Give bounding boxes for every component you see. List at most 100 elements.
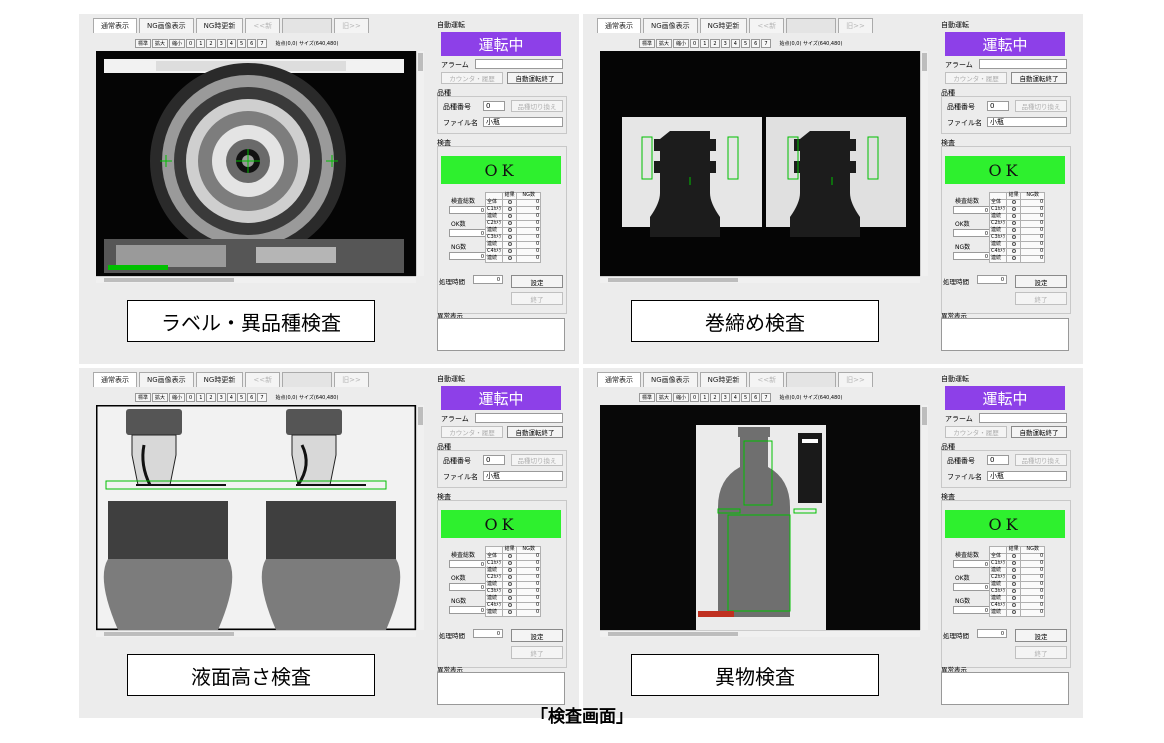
tab-ng-update[interactable]: NG時更新: [699, 18, 748, 33]
zoom-out-button[interactable]: 縮小: [169, 38, 186, 48]
channel-button[interactable]: 1: [196, 392, 206, 402]
older-button[interactable]: 旧>>: [334, 372, 369, 387]
auto-run-end-button[interactable]: 自動運転終了: [1011, 72, 1067, 84]
tab-ng-update[interactable]: NG時更新: [195, 372, 244, 387]
camera-image[interactable]: [96, 405, 416, 630]
product-switch-button[interactable]: 品種切り換え: [1015, 454, 1067, 466]
vertical-scrollbar[interactable]: [416, 51, 424, 276]
tab-ng-image-view[interactable]: NG画像表示: [643, 18, 698, 33]
zoom-standard-button[interactable]: 標準: [135, 392, 152, 402]
newer-button[interactable]: <<新: [245, 372, 281, 387]
channel-button[interactable]: 3: [720, 392, 730, 402]
channel-button[interactable]: 0: [690, 392, 700, 402]
channel-button[interactable]: 5: [740, 392, 751, 402]
zoom-out-button[interactable]: 縮小: [169, 392, 186, 402]
channel-button[interactable]: 1: [196, 38, 206, 48]
channel-button[interactable]: 2: [710, 392, 720, 402]
channel-button[interactable]: 4: [730, 392, 740, 402]
zoom-standard-button[interactable]: 標準: [639, 392, 656, 402]
channel-button[interactable]: 3: [216, 392, 226, 402]
product-switch-button[interactable]: 品種切り換え: [511, 100, 563, 112]
counter-history-button[interactable]: カウンタ・履歴: [441, 426, 503, 438]
counter-history-button[interactable]: カウンタ・履歴: [441, 72, 503, 84]
channel-button[interactable]: 3: [216, 38, 226, 48]
counter-history-button[interactable]: カウンタ・履歴: [945, 426, 1007, 438]
channel-button[interactable]: 2: [206, 392, 216, 402]
newer-button[interactable]: <<新: [749, 372, 785, 387]
file-name-field[interactable]: 小瓶: [483, 471, 563, 481]
channel-button[interactable]: 4: [226, 392, 236, 402]
product-no-field[interactable]: 0: [483, 455, 505, 465]
horizontal-scrollbar[interactable]: [96, 630, 416, 637]
end-button[interactable]: 終了: [1015, 292, 1067, 305]
vertical-scrollbar[interactable]: [920, 51, 928, 276]
file-name-field[interactable]: 小瓶: [483, 117, 563, 127]
product-switch-button[interactable]: 品種切り換え: [511, 454, 563, 466]
camera-image[interactable]: [600, 51, 920, 276]
channel-button[interactable]: 2: [206, 38, 216, 48]
auto-run-end-button[interactable]: 自動運転終了: [1011, 426, 1067, 438]
file-name-field[interactable]: 小瓶: [987, 117, 1067, 127]
zoom-out-button[interactable]: 縮小: [673, 392, 690, 402]
camera-image[interactable]: [96, 51, 416, 276]
channel-button[interactable]: 6: [751, 38, 761, 48]
channel-button[interactable]: 2: [710, 38, 720, 48]
channel-button[interactable]: 4: [226, 38, 236, 48]
image-index-field[interactable]: [786, 372, 837, 387]
tab-ng-update[interactable]: NG時更新: [195, 18, 244, 33]
product-switch-button[interactable]: 品種切り換え: [1015, 100, 1067, 112]
channel-button[interactable]: 0: [690, 38, 700, 48]
zoom-standard-button[interactable]: 標準: [639, 38, 656, 48]
channel-button[interactable]: 5: [236, 38, 247, 48]
settings-button[interactable]: 設定: [1015, 275, 1067, 288]
product-no-field[interactable]: 0: [987, 455, 1009, 465]
tab-ng-image-view[interactable]: NG画像表示: [139, 18, 194, 33]
newer-button[interactable]: <<新: [245, 18, 281, 33]
channel-button[interactable]: 1: [700, 392, 710, 402]
older-button[interactable]: 旧>>: [838, 18, 873, 33]
zoom-in-button[interactable]: 拡大: [152, 392, 169, 402]
zoom-out-button[interactable]: 縮小: [673, 38, 690, 48]
settings-button[interactable]: 設定: [511, 275, 563, 288]
channel-button[interactable]: 7: [257, 392, 267, 402]
zoom-standard-button[interactable]: 標準: [135, 38, 152, 48]
channel-button[interactable]: 7: [761, 38, 771, 48]
end-button[interactable]: 終了: [511, 646, 563, 659]
channel-button[interactable]: 1: [700, 38, 710, 48]
end-button[interactable]: 終了: [1015, 646, 1067, 659]
image-index-field[interactable]: [282, 372, 333, 387]
zoom-in-button[interactable]: 拡大: [656, 38, 673, 48]
tab-normal-view[interactable]: 通常表示: [93, 18, 137, 33]
counter-history-button[interactable]: カウンタ・履歴: [945, 72, 1007, 84]
tab-normal-view[interactable]: 通常表示: [597, 372, 641, 387]
tab-normal-view[interactable]: 通常表示: [597, 18, 641, 33]
product-no-field[interactable]: 0: [483, 101, 505, 111]
channel-button[interactable]: 4: [730, 38, 740, 48]
image-index-field[interactable]: [282, 18, 333, 33]
horizontal-scrollbar[interactable]: [600, 276, 920, 283]
settings-button[interactable]: 設定: [1015, 629, 1067, 642]
channel-button[interactable]: 7: [761, 392, 771, 402]
camera-image[interactable]: [600, 405, 920, 630]
tab-ng-image-view[interactable]: NG画像表示: [139, 372, 194, 387]
tab-normal-view[interactable]: 通常表示: [93, 372, 137, 387]
channel-button[interactable]: 6: [247, 392, 257, 402]
channel-button[interactable]: 5: [236, 392, 247, 402]
file-name-field[interactable]: 小瓶: [987, 471, 1067, 481]
channel-button[interactable]: 0: [186, 38, 196, 48]
older-button[interactable]: 旧>>: [838, 372, 873, 387]
zoom-in-button[interactable]: 拡大: [656, 392, 673, 402]
auto-run-end-button[interactable]: 自動運転終了: [507, 426, 563, 438]
zoom-in-button[interactable]: 拡大: [152, 38, 169, 48]
horizontal-scrollbar[interactable]: [96, 276, 416, 283]
channel-button[interactable]: 5: [740, 38, 751, 48]
image-index-field[interactable]: [786, 18, 837, 33]
newer-button[interactable]: <<新: [749, 18, 785, 33]
channel-button[interactable]: 3: [720, 38, 730, 48]
older-button[interactable]: 旧>>: [334, 18, 369, 33]
horizontal-scrollbar[interactable]: [600, 630, 920, 637]
vertical-scrollbar[interactable]: [416, 405, 424, 630]
product-no-field[interactable]: 0: [987, 101, 1009, 111]
channel-button[interactable]: 6: [751, 392, 761, 402]
vertical-scrollbar[interactable]: [920, 405, 928, 630]
